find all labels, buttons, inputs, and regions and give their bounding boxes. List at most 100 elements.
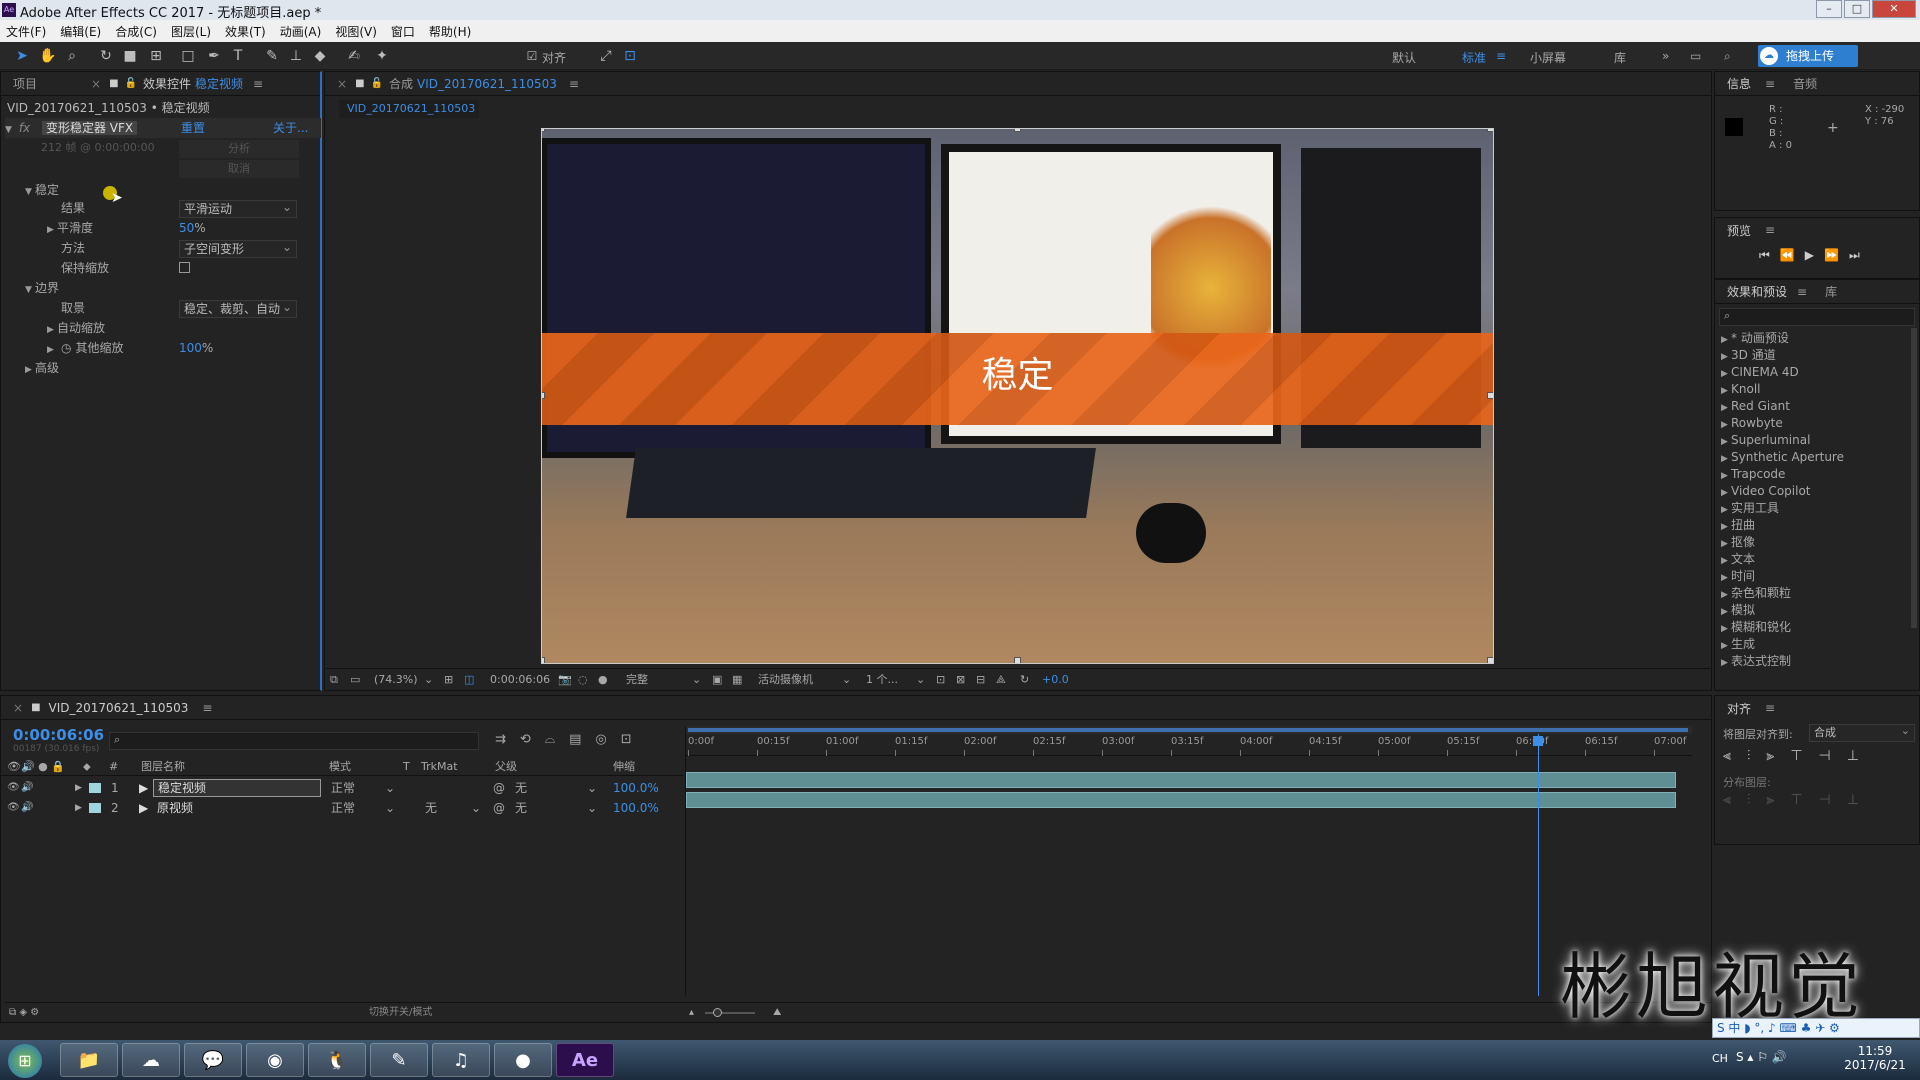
views-dropdown[interactable]: 1 个... (866, 669, 898, 691)
smoothness-value[interactable]: 50 (179, 221, 194, 235)
effects-category[interactable]: ▶ 模拟 (1721, 602, 1911, 619)
borders-group[interactable]: ▼ 边界 (25, 278, 59, 298)
preview-menu-icon[interactable]: ≡ (1765, 223, 1775, 237)
expand-icon[interactable]: ▶ (75, 778, 82, 798)
cancel-button[interactable]: 取消 (179, 160, 299, 178)
workspace-small-screen[interactable]: 小屏幕 (1530, 49, 1566, 66)
rectangle-tool-icon[interactable]: □ (178, 46, 198, 66)
framing-dropdown[interactable]: 稳定、裁剪、自动 (179, 299, 297, 318)
advanced-group[interactable]: ▶ 高级 (25, 358, 59, 378)
expand-icon[interactable]: ▶ (47, 220, 57, 240)
comp-tab-name[interactable]: VID_20170621_110503 (417, 77, 557, 91)
last-frame-icon[interactable]: ⏭ (1849, 248, 1860, 263)
zoom-tool-icon[interactable]: ⌕ (62, 46, 82, 66)
draft-3d-icon[interactable]: ⟲ (520, 732, 531, 747)
transform-handle[interactable] (1014, 657, 1021, 664)
effects-category[interactable]: ▶ 生成 (1721, 636, 1911, 653)
stabilize-group[interactable]: ▼ 稳定 (25, 180, 59, 200)
transparency-grid-icon[interactable]: ▦ (732, 669, 742, 691)
cloud-app-icon[interactable]: ☁ (122, 1043, 180, 1077)
layer-trkmat[interactable]: 无 (425, 798, 437, 818)
about-button[interactable]: 关于... (273, 118, 308, 138)
menu-help[interactable]: 帮助(H) (429, 23, 471, 40)
effects-category[interactable]: ▶ Superluminal (1721, 432, 1911, 449)
zoom-out-icon[interactable]: ▴ (689, 1003, 694, 1023)
effects-menu-icon[interactable]: ≡ (1797, 285, 1807, 299)
distribute-hcenter-icon[interactable]: ⊣ (1819, 792, 1831, 808)
effects-scrollbar[interactable] (1911, 328, 1917, 628)
close-timeline-tab-icon[interactable]: × (13, 701, 23, 715)
more-workspaces-icon[interactable]: » (1662, 49, 1669, 63)
zoom-dropdown[interactable]: (74.3%) (374, 669, 418, 691)
play-icon[interactable]: ▶ (1805, 248, 1814, 263)
distribute-right-icon[interactable]: ⊥ (1847, 792, 1859, 808)
auto-scale-row[interactable]: ▶ 自动缩放 (47, 318, 105, 338)
resolution-dropdown[interactable]: 完整 (626, 669, 648, 691)
info-menu-icon[interactable]: ≡ (1765, 77, 1775, 91)
effects-category[interactable]: ▶ 时间 (1721, 568, 1911, 585)
prev-frame-icon[interactable]: ⏪ (1780, 248, 1795, 263)
transform-handle[interactable] (541, 392, 545, 399)
clone-stamp-tool-icon[interactable]: ⊥ (286, 46, 306, 66)
browser-icon[interactable]: ◉ (246, 1043, 304, 1077)
effects-category[interactable]: ▶ 3D 通道 (1721, 347, 1911, 364)
comp-viewer[interactable]: 稳定 (541, 128, 1494, 664)
menu-file[interactable]: 文件(F) (6, 23, 46, 40)
workspace-standard[interactable]: 标准 (1462, 49, 1486, 66)
effects-category[interactable]: ▶ 模糊和锐化 (1721, 619, 1911, 636)
effects-category[interactable]: ▶ * 动画预设 (1721, 330, 1911, 347)
effects-category[interactable]: ▶ Synthetic Aperture (1721, 449, 1911, 466)
toggle-switches-modes[interactable]: 切换开关/模式 (369, 1003, 432, 1023)
tab-info[interactable]: 信息 (1727, 75, 1751, 92)
tab-effect-controls[interactable]: 效果控件 (143, 75, 191, 92)
transform-handle[interactable] (541, 128, 545, 132)
channel-icon[interactable]: ● (598, 669, 608, 691)
align-right-icon[interactable]: ⫸ (1766, 748, 1774, 764)
timeline-timecode[interactable]: 0:00:06:06 (13, 726, 104, 744)
audio-icon[interactable]: 🔊 (21, 798, 33, 818)
label-color-swatch[interactable] (89, 803, 101, 813)
layer-stretch[interactable]: 100.0% (613, 798, 659, 818)
zoom-in-icon[interactable]: ⛰ (773, 1003, 781, 1023)
close-button[interactable]: ✕ (1872, 0, 1916, 18)
menu-animation[interactable]: 动画(A) (280, 23, 322, 40)
transform-handle[interactable] (1014, 128, 1021, 132)
explorer-icon[interactable]: 📁 (60, 1043, 118, 1077)
layer-name[interactable]: 原视频 (157, 798, 193, 818)
effects-category[interactable]: ▶ Video Copilot (1721, 483, 1911, 500)
work-area-bar[interactable] (686, 726, 1692, 734)
brush-tool-icon[interactable]: ✎ (262, 46, 282, 66)
result-dropdown[interactable]: 平滑运动 (179, 199, 297, 218)
align-left-icon[interactable]: ⫷ (1723, 748, 1731, 764)
snap-grid-icon[interactable]: ⊡ (620, 46, 640, 66)
effects-category[interactable]: ▶ 文本 (1721, 551, 1911, 568)
audio-icon[interactable]: 🔊 (21, 778, 33, 798)
first-frame-icon[interactable]: ⏮ (1759, 248, 1770, 263)
comp-lock-icon[interactable]: 🔓 (371, 78, 383, 89)
rotate-tool-icon[interactable]: ↻ (96, 46, 116, 66)
align-menu-icon[interactable]: ≡ (1765, 701, 1775, 715)
transform-handle[interactable] (1487, 657, 1494, 664)
snap-options-icon[interactable]: ⤢ (596, 46, 616, 66)
music-icon[interactable]: ♫ (432, 1043, 490, 1077)
work-area-range[interactable] (688, 728, 1688, 732)
effects-search-input[interactable]: ⌕ (1719, 308, 1915, 326)
selection-tool-icon[interactable]: ➤ (12, 46, 32, 66)
align-top-icon[interactable]: ⊤ (1790, 748, 1802, 764)
effects-category[interactable]: ▶ 表达式控制 (1721, 653, 1911, 670)
after-effects-icon[interactable]: Ae (556, 1043, 614, 1077)
timeline-menu-icon[interactable]: ≡ (202, 701, 212, 715)
table-row[interactable]: 👁 🔊 ▶ 2 ▶ 原视频 正常 ⌄ 无 ⌄ @ 无 ⌄ 100.0% (1, 798, 681, 818)
additional-scale-value[interactable]: 100 (179, 341, 202, 355)
motion-blur-icon[interactable]: ◎ (595, 732, 606, 747)
transform-handle[interactable] (1487, 128, 1494, 132)
comp-sub-tab[interactable]: VID_20170621_110503 (339, 100, 479, 118)
pan-behind-tool-icon[interactable]: ⊞ (146, 46, 166, 66)
pick-whip-icon[interactable]: @ (493, 778, 505, 798)
effects-category[interactable]: ▶ 扭曲 (1721, 517, 1911, 534)
effects-category[interactable]: ▶ 抠像 (1721, 534, 1911, 551)
snapshot-icon[interactable]: 📷 (558, 669, 572, 691)
table-row[interactable]: 👁 🔊 ▶ 1 ▶ 稳定视频 正常 ⌄ @ 无 ⌄ 100.0% (1, 778, 681, 798)
tray-icons[interactable]: S ▴ ⚐ 🔊 (1736, 1050, 1787, 1064)
layer-mode[interactable]: 正常 (331, 778, 355, 798)
